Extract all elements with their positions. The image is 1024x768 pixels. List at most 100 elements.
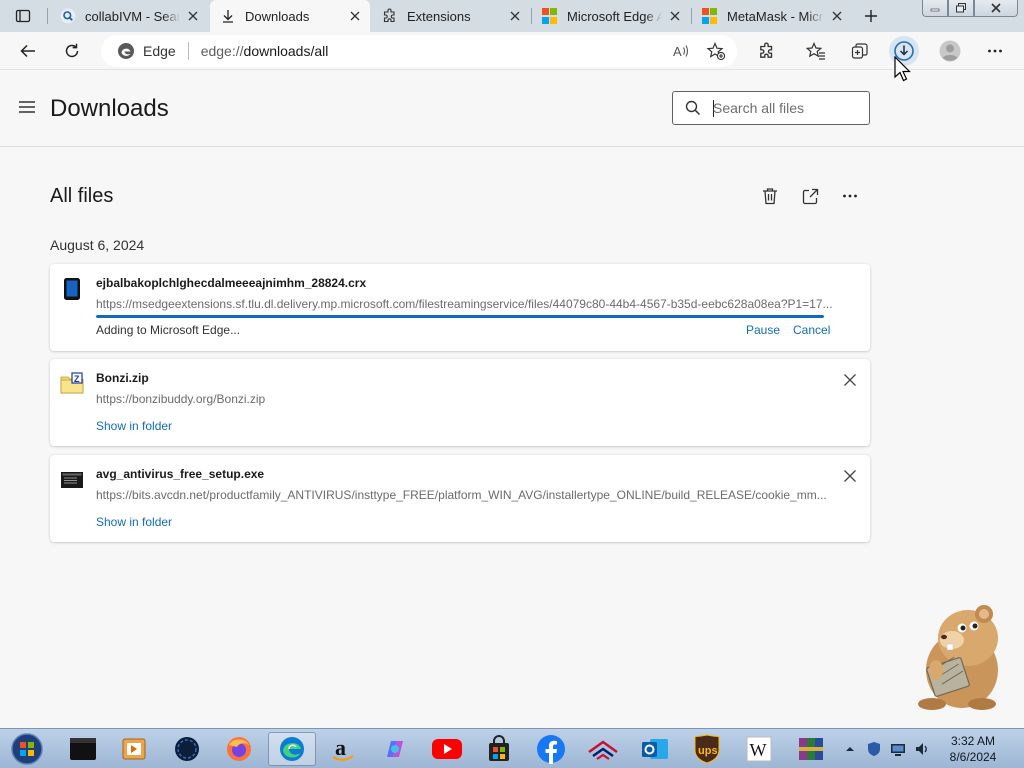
taskbar-app[interactable] — [62, 732, 104, 766]
edge-logo-icon — [118, 43, 134, 59]
download-item: Z Bonzi.zip https://bonzibuddy.org/Bonzi… — [50, 359, 870, 446]
search-input[interactable] — [713, 100, 853, 116]
bank-of-america-icon — [588, 740, 618, 760]
edge-icon — [280, 737, 304, 761]
edge-badge: Edge — [117, 42, 176, 60]
close-icon — [844, 470, 856, 482]
microsoft-logo-icon — [702, 8, 718, 24]
menu-button[interactable] — [18, 100, 36, 114]
file-url[interactable]: https://bonzibuddy.org/Bonzi.zip — [96, 392, 836, 406]
defender-shield-icon[interactable] — [866, 741, 882, 757]
tab-search[interactable]: collabIVM - Search — [50, 0, 208, 32]
profile-button[interactable] — [935, 36, 965, 66]
close-icon — [991, 3, 1001, 13]
tab-downloads[interactable]: Downloads — [210, 0, 370, 32]
refresh-button[interactable] — [57, 36, 87, 66]
open-downloads-folder-button[interactable] — [796, 183, 824, 209]
more-options-button[interactable] — [836, 183, 864, 209]
taskbar-app[interactable]: ups — [686, 732, 728, 766]
close-tab-icon[interactable] — [668, 9, 682, 23]
settings-more-button[interactable] — [980, 36, 1010, 66]
terminal-icon — [70, 738, 96, 760]
close-icon — [844, 374, 856, 386]
file-name[interactable]: Bonzi.zip — [96, 371, 149, 385]
new-tab-button[interactable] — [856, 1, 886, 31]
clear-all-button[interactable] — [756, 183, 784, 209]
taskbar-app[interactable] — [166, 732, 208, 766]
taskbar-app[interactable] — [426, 732, 468, 766]
taskbar-app[interactable] — [218, 732, 260, 766]
cancel-button[interactable]: Cancel — [793, 323, 830, 337]
taskbar-app[interactable] — [582, 732, 624, 766]
minimize-button[interactable] — [922, 0, 948, 17]
search-icon — [685, 100, 701, 116]
show-in-folder-link[interactable]: Show in folder — [96, 515, 172, 529]
pause-button[interactable]: Pause — [746, 323, 780, 337]
taskbar-app[interactable] — [634, 732, 676, 766]
close-tab-icon[interactable] — [830, 9, 844, 23]
taskbar-app[interactable] — [374, 732, 416, 766]
avatar — [939, 40, 961, 62]
browser-toolbar: Edge edge://downloads/all A — [0, 32, 1024, 82]
winrar-icon — [799, 738, 823, 760]
progress-fill — [96, 315, 824, 318]
show-hidden-icons-icon[interactable] — [845, 744, 855, 754]
close-tab-icon[interactable] — [508, 9, 522, 23]
svg-text:A: A — [673, 44, 682, 59]
taskbar-app[interactable] — [790, 732, 832, 766]
remove-item-button[interactable] — [842, 468, 858, 484]
file-url[interactable]: https://msedgeextensions.sf.tlu.dl.deliv… — [96, 297, 836, 311]
search-field[interactable] — [672, 91, 870, 125]
restore-button[interactable] — [948, 0, 974, 17]
download-icon — [220, 8, 236, 24]
tab-metamask[interactable]: MetaMask - Microsoft Edge Add-ons — [692, 0, 852, 32]
tab-title: collabIVM - Search — [85, 8, 180, 24]
system-clock[interactable]: 3:32 AM 8/6/2024 — [940, 733, 1006, 765]
collections-button[interactable] — [845, 36, 875, 66]
taskbar-app[interactable] — [113, 732, 155, 766]
taskbar-app[interactable]: W — [738, 732, 780, 766]
tab-separator — [691, 8, 692, 24]
read-aloud-button[interactable]: A — [666, 36, 696, 66]
exe-file-icon — [60, 468, 84, 492]
copilot-icon — [387, 741, 403, 757]
taskbar-app[interactable] — [478, 732, 520, 766]
start-button[interactable] — [4, 732, 50, 766]
tab-extensions[interactable]: Extensions — [372, 0, 530, 32]
open-external-icon — [802, 188, 818, 204]
date-group-label: August 6, 2024 — [50, 237, 145, 253]
youtube-icon — [432, 739, 462, 759]
back-button[interactable] — [13, 36, 43, 66]
taskbar-app[interactable] — [530, 732, 572, 766]
tab-actions-button[interactable] — [8, 1, 38, 31]
network-icon[interactable] — [890, 741, 906, 757]
close-tab-icon[interactable] — [348, 9, 362, 23]
clock-time: 3:32 AM — [950, 734, 996, 748]
taskbar-app[interactable] — [268, 732, 316, 766]
edge-badge-label: Edge — [143, 43, 176, 59]
favorites-button[interactable] — [801, 36, 831, 66]
address-divider — [187, 42, 189, 60]
tab-edge-addons[interactable]: Microsoft Edge Add-ons — [532, 0, 690, 32]
show-in-folder-link[interactable]: Show in folder — [96, 419, 172, 433]
taskbar: a ups W 3:32 AM 8/6/2024 — [0, 728, 1024, 768]
media-player-icon — [122, 738, 146, 760]
taskbar-app[interactable]: a — [322, 732, 364, 766]
address-bar[interactable]: Edge edge://downloads/all — [101, 35, 737, 67]
hamster-mascot[interactable] — [902, 600, 1012, 712]
favorites-icon — [806, 42, 825, 60]
file-name[interactable]: avg_antivirus_free_setup.exe — [96, 467, 264, 481]
remove-item-button[interactable] — [842, 372, 858, 388]
file-url[interactable]: https://bits.avcdn.net/productfamily_ANT… — [96, 488, 836, 502]
more-horizontal-icon — [988, 49, 1002, 53]
globe-icon — [175, 737, 199, 761]
download-status: Adding to Microsoft Edge... — [96, 323, 241, 337]
page-title: Downloads — [50, 95, 169, 122]
volume-icon[interactable] — [914, 741, 930, 757]
add-favorite-button[interactable] — [701, 36, 731, 66]
close-tab-icon[interactable] — [186, 9, 200, 23]
microsoft-logo-icon — [542, 8, 558, 24]
extensions-button[interactable] — [752, 36, 782, 66]
hamburger-icon — [19, 101, 35, 113]
close-window-button[interactable] — [974, 0, 1018, 17]
